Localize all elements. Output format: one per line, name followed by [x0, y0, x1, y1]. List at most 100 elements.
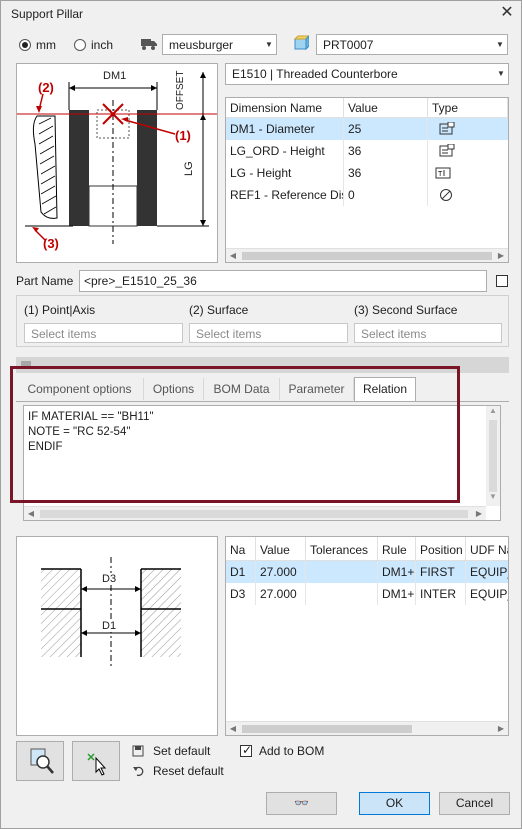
cell-position: FIRST: [416, 561, 466, 583]
component-type-value: E1510 | Threaded Counterbore: [232, 67, 398, 81]
part-name-input[interactable]: <pre>_E1510_25_36: [79, 270, 487, 292]
scroll-right-icon[interactable]: ▶: [494, 722, 508, 735]
table-row[interactable]: D3 27.000 DM1+ INTER EQUIP_F: [226, 583, 508, 605]
column-dimension-name[interactable]: Dimension Name: [226, 98, 344, 118]
lg-label: LG: [183, 161, 195, 176]
cell-tolerances[interactable]: [306, 561, 378, 583]
cell-value[interactable]: 0: [344, 184, 428, 206]
cell-name: REF1 - Reference Dist: [226, 184, 344, 206]
set-default-link[interactable]: Set default: [153, 744, 210, 758]
table-row[interactable]: DM1 - Diameter 25: [226, 118, 508, 140]
udf-diagram: D3 D1: [16, 536, 218, 736]
cell-value[interactable]: 27.000: [256, 561, 306, 583]
title-bar: Support Pillar ✕: [1, 1, 521, 27]
supplier-combo[interactable]: meusburger ▼: [162, 34, 277, 55]
scroll-thumb[interactable]: [489, 420, 497, 492]
cell-name: DM1 - Diameter: [226, 118, 344, 140]
reference-2-label: (2): [38, 80, 54, 95]
chevron-down-icon: ▼: [497, 69, 505, 78]
column-tolerances[interactable]: Tolerances: [306, 537, 378, 561]
table-row[interactable]: LG - Height 36 T: [226, 162, 508, 184]
part-number-combo[interactable]: PRT0007 ▼: [316, 34, 508, 55]
window-title: Support Pillar: [11, 7, 84, 21]
preview-button[interactable]: 👓: [266, 792, 337, 815]
cell-value[interactable]: 27.000: [256, 583, 306, 605]
save-icon: [132, 745, 144, 757]
cell-name: D1: [226, 561, 256, 583]
highlight-frame: [10, 366, 460, 503]
inch-radio[interactable]: [74, 39, 86, 51]
reset-default-link[interactable]: Reset default: [153, 764, 224, 778]
scroll-up-icon[interactable]: ▲: [486, 406, 500, 415]
cell-udf-name: EQUIP_F: [470, 587, 508, 601]
measure-button[interactable]: [16, 741, 64, 781]
part-number-value: PRT0007: [323, 38, 374, 52]
part-name-label: Part Name: [16, 274, 74, 288]
cell-rule: DM1+: [378, 583, 416, 605]
table-row[interactable]: LG_ORD - Height 36: [226, 140, 508, 162]
second-surface-selector[interactable]: Select items: [354, 323, 502, 343]
list-value-icon: [428, 118, 508, 140]
reference-3-label: (3): [43, 236, 59, 251]
part-name-checkbox[interactable]: [496, 275, 508, 287]
magnifier-icon: [27, 747, 55, 775]
cell-value[interactable]: 36: [344, 140, 428, 162]
scroll-right-icon[interactable]: ▶: [494, 249, 508, 263]
close-icon[interactable]: ✕: [499, 4, 515, 22]
scroll-down-icon[interactable]: ▼: [486, 492, 500, 501]
dm1-label: DM1: [103, 70, 127, 82]
scroll-right-icon[interactable]: ▶: [472, 507, 486, 521]
dimension-table: Dimension Name Value Type DM1 - Diameter…: [225, 97, 509, 263]
cell-name: D3: [226, 583, 256, 605]
vertical-scrollbar[interactable]: ▲ ▼: [486, 406, 500, 506]
column-name[interactable]: Na: [226, 537, 256, 561]
cell-rule: DM1+: [378, 561, 416, 583]
column-rule[interactable]: Rule: [378, 537, 416, 561]
cell-name: LG - Height: [226, 162, 344, 184]
point-axis-selector[interactable]: Select items: [24, 323, 183, 343]
scroll-thumb[interactable]: [242, 725, 412, 733]
column-value[interactable]: Value: [256, 537, 306, 561]
mm-radio[interactable]: [19, 39, 31, 51]
ok-button[interactable]: OK: [359, 792, 430, 815]
component-type-combo[interactable]: E1510 | Threaded Counterbore ▼: [225, 63, 509, 85]
reference-1-label: (1): [175, 128, 191, 143]
scroll-thumb[interactable]: [40, 510, 468, 518]
surface-label: (2) Surface: [189, 303, 249, 317]
scroll-left-icon[interactable]: ◀: [226, 249, 240, 263]
horizontal-scrollbar[interactable]: ◀ ▶: [226, 248, 508, 262]
cell-name: LG_ORD - Height: [226, 140, 344, 162]
column-value[interactable]: Value: [344, 98, 428, 118]
surface-selector[interactable]: Select items: [189, 323, 348, 343]
cell-value[interactable]: 25: [344, 118, 428, 140]
column-udf-name[interactable]: UDF Na: [466, 537, 508, 561]
table-row[interactable]: REF1 - Reference Dist 0: [226, 184, 508, 206]
disabled-icon: [428, 184, 508, 206]
horizontal-scrollbar[interactable]: ◀ ▶: [24, 506, 486, 520]
scroll-thumb[interactable]: [242, 252, 492, 260]
cancel-button[interactable]: Cancel: [439, 792, 510, 815]
d1-label: D1: [102, 620, 117, 632]
chevron-down-icon: ▼: [265, 40, 273, 49]
offset-label: OFFSET: [175, 70, 186, 110]
column-position[interactable]: Position: [416, 537, 466, 561]
cell-tolerances[interactable]: [306, 583, 378, 605]
undo-icon: [132, 765, 144, 777]
truck-icon: [140, 36, 158, 52]
select-point-button[interactable]: [72, 741, 120, 781]
cell-value[interactable]: 36: [344, 162, 428, 184]
component-diagram: DM1 OFFSET LG (1) (2) (3): [16, 63, 218, 263]
horizontal-scrollbar[interactable]: ◀ ▶: [226, 721, 508, 735]
list-value-icon: [428, 140, 508, 162]
scroll-left-icon[interactable]: ◀: [226, 722, 240, 735]
chevron-down-icon: ▼: [496, 40, 504, 49]
table-row[interactable]: D1 27.000 DM1+ FIRST EQUIP_F: [226, 561, 508, 583]
cell-position: INTER: [416, 583, 466, 605]
point-axis-label: (1) Point|Axis: [24, 303, 96, 317]
add-to-bom-checkbox[interactable]: [240, 743, 252, 757]
text-field-icon: T: [428, 162, 508, 184]
model-cube-icon: [293, 34, 311, 51]
inch-label: inch: [91, 38, 114, 52]
scroll-left-icon[interactable]: ◀: [24, 507, 38, 521]
column-type[interactable]: Type: [428, 98, 508, 118]
